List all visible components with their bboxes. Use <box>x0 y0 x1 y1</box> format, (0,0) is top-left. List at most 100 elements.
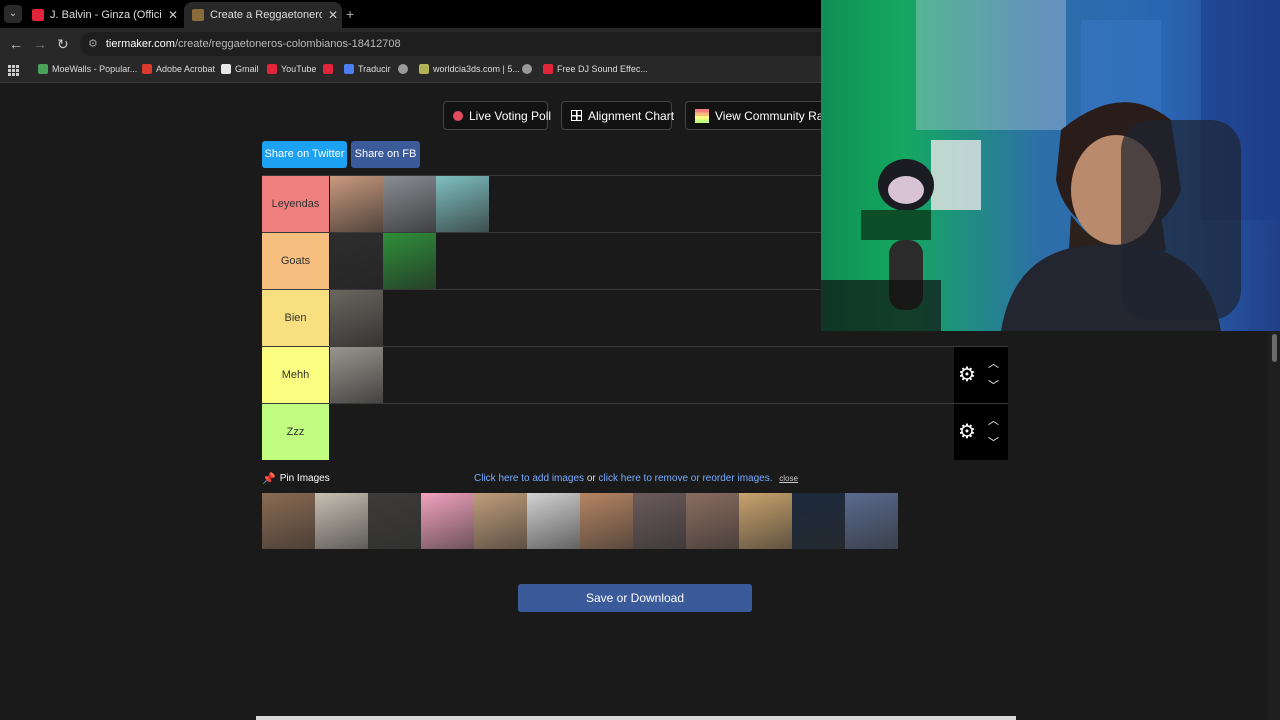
chevron-down-icon[interactable]: ﹀ <box>988 434 999 450</box>
bookmark-favicon-icon <box>323 64 333 74</box>
grid-icon <box>571 110 582 121</box>
tier-items <box>330 233 436 289</box>
bookmark-favicon-icon <box>221 64 231 74</box>
apps-grid-icon[interactable] <box>8 65 19 76</box>
record-dot-icon <box>453 110 463 121</box>
pool-item-image[interactable] <box>315 493 368 549</box>
close-link[interactable]: close <box>779 474 798 483</box>
bookmark-label: worldcia3ds.com | 5... <box>433 64 520 74</box>
tier-colors-icon <box>695 108 709 123</box>
tier-item-image[interactable] <box>330 233 383 289</box>
tier-items <box>330 347 383 403</box>
bookmark-globe-2[interactable] <box>522 64 536 74</box>
bookmark-favicon-icon <box>344 64 354 74</box>
bookmark-favicon-icon <box>267 64 277 74</box>
tier-label[interactable]: Bien <box>262 290 329 346</box>
share-on-twitter-button[interactable]: Share on Twitter <box>262 141 347 168</box>
webcam-overlay <box>821 0 1280 331</box>
pool-item-image[interactable] <box>421 493 474 549</box>
bookmark-worldcia3ds[interactable]: worldcia3ds.com | 5... <box>419 64 520 74</box>
tier-item-image[interactable] <box>330 347 383 403</box>
pushpin-icon: 📌 <box>262 473 276 485</box>
chevron-down-icon[interactable]: ﹀ <box>988 377 999 393</box>
pool-item-image[interactable] <box>686 493 739 549</box>
pool-item-image[interactable] <box>633 493 686 549</box>
tiermaker-favicon-icon <box>192 9 204 21</box>
chevron-up-icon[interactable]: ︿ <box>988 412 999 428</box>
button-label: View Community Rank <box>715 108 837 123</box>
pool-item-image[interactable] <box>580 493 633 549</box>
button-label: Alignment Chart <box>588 108 675 123</box>
gear-icon[interactable]: ⚙ <box>958 365 976 385</box>
bookmark-favicon-icon <box>38 64 48 74</box>
tier-item-image[interactable] <box>330 176 383 232</box>
pin-images-label: Pin Images <box>279 473 330 484</box>
tier-label[interactable]: Leyendas <box>262 176 329 232</box>
new-tab-plus-icon[interactable]: + <box>346 6 354 22</box>
bookmark-globe[interactable] <box>398 64 412 74</box>
unranked-image-pool <box>262 493 898 549</box>
bookmark-traducir[interactable]: Traducir <box>344 64 391 74</box>
tab-search-chevron-icon[interactable]: ⌄ <box>4 5 22 23</box>
globe-icon <box>398 64 408 74</box>
back-arrow-icon[interactable]: ← <box>9 36 23 52</box>
bookmark-adobe-acrobat[interactable]: Adobe Acrobat <box>142 64 215 74</box>
bookmark-label: MoeWalls - Popular... <box>52 64 138 74</box>
url-host: tiermaker.com <box>105 38 175 50</box>
bookmark-label: YouTube <box>281 64 317 74</box>
tier-item-image[interactable] <box>383 233 436 289</box>
alignment-chart-button[interactable]: Alignment Chart <box>561 101 675 130</box>
chevron-up-icon[interactable]: ︿ <box>988 355 999 371</box>
tier-label[interactable]: Zzz <box>262 404 329 460</box>
tier-label[interactable]: Mehh <box>262 347 329 403</box>
tab-title: J. Balvin - Ginza (Official Video) <box>50 9 162 21</box>
pool-item-image[interactable] <box>739 493 792 549</box>
pool-item-image[interactable] <box>845 493 898 549</box>
reorder-images-link[interactable]: click here to remove or reorder images. <box>599 473 773 484</box>
image-manage-line: Click here to add images or click here t… <box>474 473 798 484</box>
pool-item-image[interactable] <box>527 493 580 549</box>
bookmark-favicon-icon <box>419 64 429 74</box>
scrollbar-thumb[interactable] <box>1272 334 1277 362</box>
bookmark-moewalls[interactable]: MoeWalls - Popular... <box>38 64 137 74</box>
save-or-download-button[interactable]: Save or Download <box>518 584 752 612</box>
site-info-icon[interactable]: ⚙ <box>88 32 98 56</box>
tier-row: Mehh ⚙ ︿ ﹀ <box>262 346 1008 403</box>
close-tab-icon[interactable]: ✕ <box>328 8 338 22</box>
live-voting-poll-button[interactable]: Live Voting Poll <box>443 101 552 130</box>
bookmark-label: Adobe Acrobat <box>156 64 216 74</box>
tier-item-image[interactable] <box>436 176 489 232</box>
tier-label[interactable]: Goats <box>262 233 329 289</box>
view-community-rank-button[interactable]: View Community Rank <box>685 101 836 130</box>
bookmark-free-dj[interactable]: Free DJ Sound Effec... <box>543 64 648 74</box>
tier-controls: ⚙ ︿ ﹀ <box>954 347 1008 403</box>
bookmark-youtube-2[interactable] <box>323 64 337 74</box>
pool-item-image[interactable] <box>368 493 421 549</box>
pool-item-image[interactable] <box>262 493 315 549</box>
gear-icon[interactable]: ⚙ <box>958 422 976 442</box>
page-bottom-edge <box>256 716 1016 720</box>
tab-ginza-video[interactable]: J. Balvin - Ginza (Official Video) ✕ <box>24 2 182 28</box>
pin-images-toggle[interactable]: 📌 Pin Images <box>262 472 330 485</box>
tier-items <box>330 176 489 232</box>
tier-items <box>330 290 383 346</box>
add-images-link[interactable]: Click here to add images <box>474 473 584 484</box>
youtube-favicon-icon <box>32 9 44 21</box>
forward-arrow-icon[interactable]: → <box>33 36 47 52</box>
tab-tiermaker[interactable]: Create a Reggaetoneros colombianos ✕ <box>184 2 342 28</box>
pool-item-image[interactable] <box>792 493 845 549</box>
tier-row: Zzz ⚙ ︿ ﹀ <box>262 403 1008 460</box>
bookmark-gmail[interactable]: Gmail <box>221 64 259 74</box>
or-text: or <box>586 473 596 484</box>
tier-item-image[interactable] <box>383 176 436 232</box>
close-tab-icon[interactable]: ✕ <box>168 8 178 22</box>
bookmark-youtube[interactable]: YouTube <box>267 64 316 74</box>
reload-icon[interactable]: ↻ <box>57 36 69 53</box>
button-label: Live Voting Poll <box>469 108 552 123</box>
pool-item-image[interactable] <box>474 493 527 549</box>
tier-item-image[interactable] <box>330 290 383 346</box>
scrollbar-track[interactable] <box>1268 331 1280 720</box>
bookmark-label: Gmail <box>235 64 259 74</box>
share-on-fb-button[interactable]: Share on FB <box>351 141 420 168</box>
address-bar[interactable]: ⚙ tiermaker.com/create/reggaetoneros-colo… <box>80 32 840 56</box>
